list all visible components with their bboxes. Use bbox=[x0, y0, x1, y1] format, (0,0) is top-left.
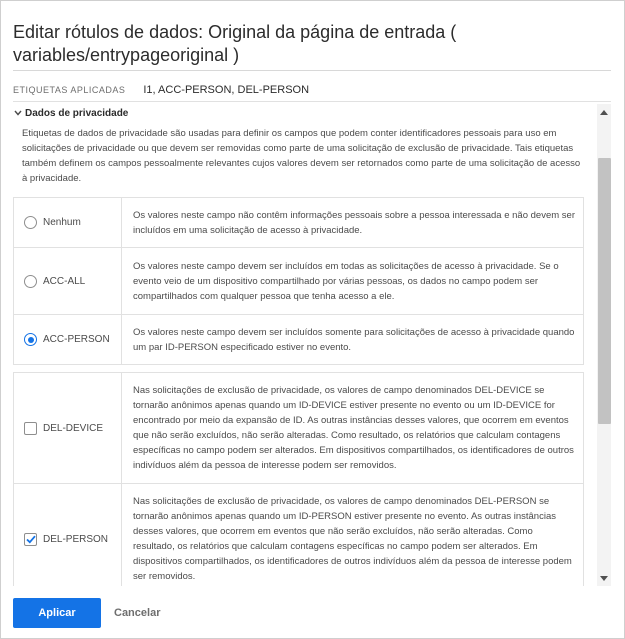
labels-scroll-area: Dados de privacidade Etiquetas de dados … bbox=[1, 104, 597, 586]
option-label: ACC-ALL bbox=[43, 275, 86, 287]
privacy-section-description: Etiquetas de dados de privacidade são us… bbox=[22, 128, 581, 184]
option-control-acc-all[interactable]: ACC-ALL bbox=[14, 248, 122, 314]
option-control-del-person[interactable]: DEL-PERSON bbox=[14, 484, 122, 586]
option-description: Os valores neste campo devem ser incluíd… bbox=[133, 260, 559, 302]
edit-data-labels-dialog: Editar rótulos de dados: Original da pág… bbox=[0, 0, 625, 639]
checkbox-del-device[interactable] bbox=[24, 421, 37, 435]
dialog-title: Editar rótulos de dados: Original da pág… bbox=[13, 22, 457, 65]
option-label: Nenhum bbox=[43, 217, 81, 228]
title-divider bbox=[13, 70, 611, 71]
option-row-del-person: DEL-PERSON Nas solicitações de exclusão … bbox=[13, 483, 584, 586]
option-control-del-device[interactable]: DEL-DEVICE bbox=[14, 373, 122, 483]
option-label: DEL-PERSON bbox=[43, 533, 109, 545]
scroll-up-button[interactable] bbox=[597, 106, 611, 118]
option-row-del-device: DEL-DEVICE Nas solicitações de exclusão … bbox=[13, 372, 584, 484]
option-description: Nas solicitações de exclusão de privacid… bbox=[133, 496, 572, 582]
checkmark-icon bbox=[25, 535, 36, 544]
privacy-section-toggle[interactable]: Dados de privacidade bbox=[13, 107, 128, 119]
option-row-none: Nenhum Os valores neste campo não contêm… bbox=[13, 197, 584, 248]
radio-acc-all[interactable] bbox=[24, 274, 37, 288]
chevron-down-icon bbox=[13, 108, 23, 118]
radio-acc-person[interactable] bbox=[24, 333, 37, 346]
option-label: ACC-PERSON bbox=[43, 334, 110, 345]
radio-none[interactable] bbox=[24, 216, 37, 229]
radio-selected-dot bbox=[27, 336, 34, 343]
apply-button[interactable]: Aplicar bbox=[13, 598, 101, 628]
option-control-acc-person[interactable]: ACC-PERSON bbox=[14, 315, 122, 364]
applied-labels-label: ETIQUETAS APLICADAS bbox=[13, 85, 126, 95]
option-label: DEL-DEVICE bbox=[43, 422, 104, 434]
option-row-acc-all: ACC-ALL Os valores neste campo devem ser… bbox=[13, 247, 584, 315]
scrollbar-thumb[interactable] bbox=[598, 158, 611, 424]
privacy-section-title: Dados de privacidade bbox=[25, 107, 129, 119]
triangle-down-icon bbox=[600, 575, 608, 581]
dialog-footer: Aplicar Cancelar bbox=[13, 598, 160, 628]
triangle-up-icon bbox=[600, 109, 608, 115]
checkbox-del-person[interactable] bbox=[24, 532, 37, 546]
vertical-scrollbar[interactable] bbox=[597, 104, 611, 586]
option-row-acc-person: ACC-PERSON Os valores neste campo devem … bbox=[13, 314, 584, 365]
cancel-button[interactable]: Cancelar bbox=[114, 607, 160, 619]
option-control-none[interactable]: Nenhum bbox=[14, 198, 122, 247]
applied-labels-value: I1, ACC-PERSON, DEL-PERSON bbox=[143, 84, 310, 96]
scroll-down-button[interactable] bbox=[597, 572, 611, 584]
applied-divider bbox=[13, 101, 611, 102]
applied-labels-row: ETIQUETAS APLICADAS I1, ACC-PERSON, DEL-… bbox=[13, 83, 309, 97]
option-description: Os valores neste campo não contêm inform… bbox=[133, 209, 575, 236]
option-description: Os valores neste campo devem ser incluíd… bbox=[133, 326, 575, 353]
option-description: Nas solicitações de exclusão de privacid… bbox=[133, 385, 574, 471]
